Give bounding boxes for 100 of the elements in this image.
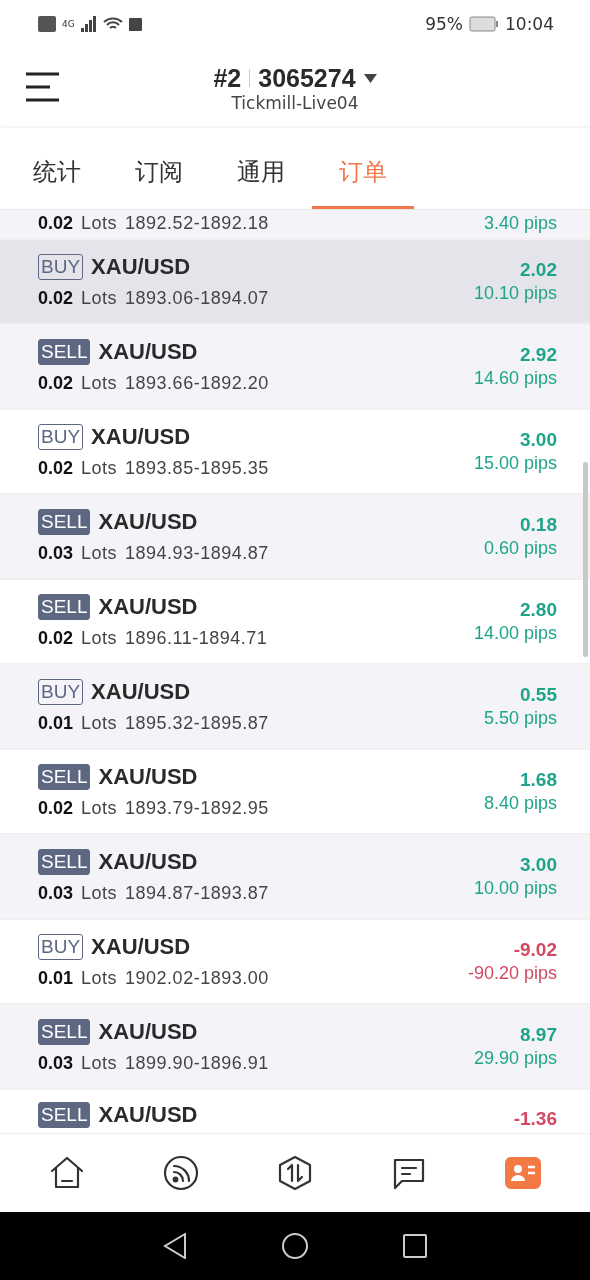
lots-label: Lots (81, 213, 118, 234)
order-row[interactable]: SELL XAU/USD 0.03 Lots 1894.87-1893.87 3.00 10.00 pips (0, 835, 590, 920)
lot-size: 0.02 (38, 373, 74, 394)
lots-label: Lots (81, 1053, 118, 1074)
dropdown-icon[interactable] (363, 73, 377, 83)
pips: 0.60 pips (483, 538, 557, 559)
symbol: XAU/USD (98, 1019, 198, 1045)
clock: 10:04 (505, 14, 554, 34)
pips: 10.00 pips (473, 878, 557, 899)
order-row[interactable]: SELL XAU/USD 0.02 Lots 1893.66-1892.20 2.92 14.60 pips (0, 325, 590, 410)
symbol: XAU/USD (91, 254, 191, 280)
tab[interactable]: 通用 (210, 128, 312, 209)
account-number: #2 (213, 63, 242, 93)
server-name: Tickmill-Live04 (231, 92, 359, 113)
lot-size: 0.02 (38, 628, 74, 649)
signal-icon (80, 16, 97, 32)
side-label: SELL (38, 594, 91, 620)
battery-icon (469, 16, 499, 32)
home-circle-icon[interactable] (282, 1233, 308, 1259)
profit: 1.68 (520, 769, 557, 791)
price-range: 1899.90-1896.91 (125, 1053, 269, 1074)
symbol: XAU/USD (98, 764, 198, 790)
side-label: SELL (38, 339, 91, 365)
symbol: XAU/USD (98, 849, 198, 875)
order-row[interactable]: BUY XAU/USD 0.02 Lots 1893.06-1894.07 2.02 10.10 pips (0, 240, 590, 325)
lot-size: 0.02 (38, 213, 74, 234)
symbol: XAU/USD (91, 934, 191, 960)
lots-label: Lots (81, 798, 118, 819)
lots-label: Lots (81, 458, 118, 479)
profit: 2.80 (520, 599, 557, 621)
price-range: 1893.66-1892.20 (125, 373, 269, 394)
side-label: SELL (38, 509, 91, 535)
pips: 10.10 pips (473, 283, 557, 304)
price-range: 1893.79-1892.95 (125, 798, 269, 819)
menu-button[interactable] (26, 72, 60, 102)
lot-size: 0.02 (38, 798, 74, 819)
pips: 14.00 pips (473, 623, 557, 644)
lots-label: Lots (81, 628, 118, 649)
lots-label: Lots (81, 883, 118, 904)
profit: 0.55 (520, 684, 557, 706)
profit: -9.02 (513, 939, 557, 961)
lots-label: Lots (81, 288, 118, 309)
price-range: 1893.85-1895.35 (125, 458, 269, 479)
symbol: XAU/USD (98, 594, 198, 620)
tab[interactable]: 订阅 (108, 128, 210, 209)
symbol: XAU/USD (98, 339, 198, 365)
profit: 3.00 (520, 429, 557, 451)
pips: 5.50 pips (483, 708, 557, 729)
lot-size: 0.02 (38, 458, 74, 479)
pips: 3.40 pips (483, 213, 557, 234)
price-range: 1894.87-1893.87 (125, 883, 269, 904)
side-label: SELL (38, 1019, 91, 1045)
lot-size: 0.03 (38, 543, 74, 564)
symbol: XAU/USD (98, 509, 198, 535)
recents-icon[interactable] (403, 1234, 427, 1258)
order-row[interactable]: SELL XAU/USD 0.03 Lots 1899.90-1896.91 8.97 29.90 pips (0, 1005, 590, 1090)
profit: 8.97 (520, 1024, 557, 1046)
lot-size: 0.03 (38, 883, 74, 904)
side-label: BUY (38, 679, 84, 705)
back-icon[interactable] (163, 1233, 187, 1259)
profit: 2.02 (520, 259, 557, 281)
symbol: XAU/USD (91, 424, 191, 450)
symbol: XAU/USD (98, 1102, 198, 1128)
order-row[interactable]: 0.02 Lots 1892.52-1892.18 3.40 pips (0, 210, 590, 240)
network-type: 4G (62, 19, 75, 29)
profit: 0.18 (520, 514, 557, 536)
side-label: BUY (38, 424, 84, 450)
profit: 2.92 (520, 344, 557, 366)
symbol: XAU/USD (91, 679, 191, 705)
price-range: 1893.06-1894.07 (125, 288, 269, 309)
side-label: BUY (38, 254, 84, 280)
side-label: SELL (38, 1102, 91, 1128)
side-label: SELL (38, 764, 91, 790)
profit: -1.36 (513, 1108, 557, 1130)
pips: 8.40 pips (483, 793, 557, 814)
pips: 14.60 pips (473, 368, 557, 389)
price-range: 1896.11-1894.71 (125, 628, 268, 649)
account-id[interactable]: 3065274 (258, 63, 356, 93)
battery-percent: 95% (425, 14, 463, 34)
tab[interactable]: 统计 (6, 128, 108, 209)
pips: 29.90 pips (473, 1048, 557, 1069)
price-range: 1902.02-1893.00 (125, 968, 269, 989)
notification-icon (128, 17, 142, 31)
price-range: 1894.93-1894.87 (125, 543, 269, 564)
pips: -90.20 pips (467, 963, 557, 984)
price-range: 1895.32-1895.87 (125, 713, 269, 734)
order-row[interactable]: BUY XAU/USD 0.01 Lots 1895.32-1895.87 0.55 5.50 pips (0, 665, 590, 750)
lots-label: Lots (81, 373, 118, 394)
lot-size: 0.03 (38, 1053, 74, 1074)
side-label: BUY (38, 934, 84, 960)
price-range: 1892.52-1892.18 (125, 213, 269, 234)
order-row[interactable]: SELL XAU/USD 0.03 Lots 1894.93-1894.87 0.18 0.60 pips (0, 495, 590, 580)
side-label: SELL (38, 849, 91, 875)
lot-size: 0.01 (38, 713, 74, 734)
hd-icon (38, 16, 56, 32)
lots-label: Lots (81, 968, 118, 989)
profit: 3.00 (520, 854, 557, 876)
lots-label: Lots (81, 713, 118, 734)
pips: 15.00 pips (473, 453, 557, 474)
lots-label: Lots (81, 543, 118, 564)
